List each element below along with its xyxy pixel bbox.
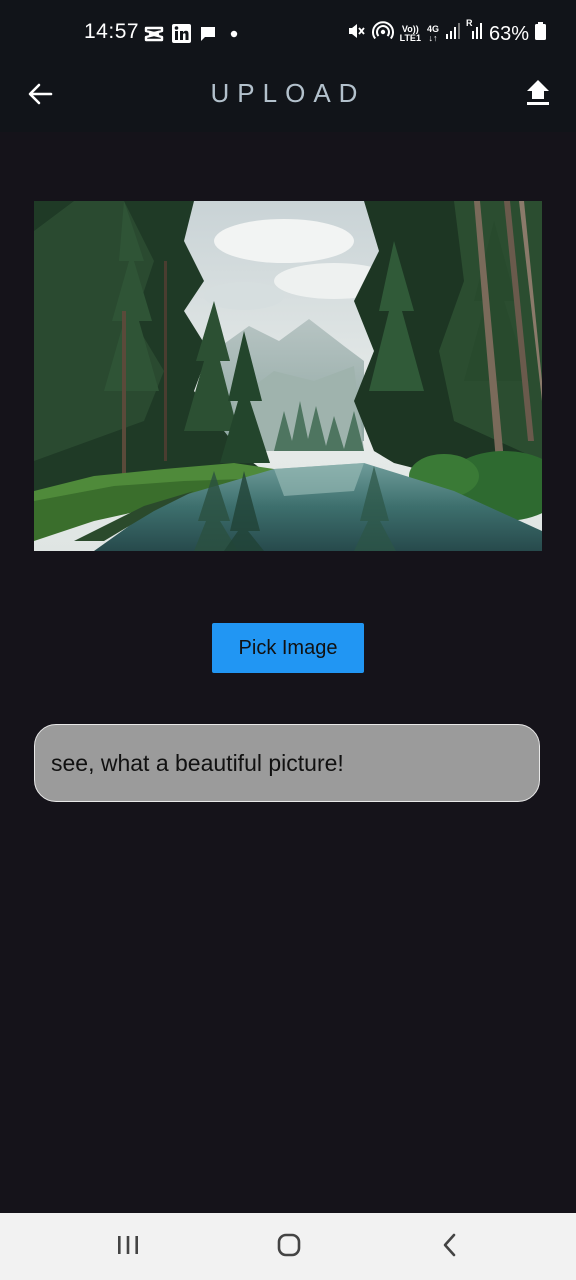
system-nav-bar — [0, 1213, 576, 1280]
recent-apps-button[interactable] — [104, 1227, 152, 1267]
mute-icon — [346, 21, 366, 47]
volte-label: Vo)) LTE1 — [399, 24, 421, 43]
page-title: UPLOAD — [210, 78, 366, 108]
upload-button[interactable] — [520, 78, 556, 114]
network-gen-label: 4G ↓↑ — [426, 24, 439, 43]
upload-screen: 14:57 Vo)) LTE1 4G ↓↑ R 63% UPLOAD Pick … — [0, 0, 576, 1280]
pick-image-button[interactable]: Pick Image — [212, 623, 364, 673]
message-icon — [199, 25, 217, 48]
hotspot-icon — [371, 21, 394, 47]
battery-icon — [535, 22, 546, 46]
home-button[interactable] — [265, 1227, 313, 1267]
recent-apps-icon — [115, 1233, 141, 1262]
signal-icon — [445, 22, 461, 46]
image-preview — [34, 201, 542, 551]
forest-lake-photo — [34, 201, 542, 551]
upload-icon — [525, 79, 551, 113]
capcut-icon — [144, 25, 164, 48]
status-bar: 14:57 Vo)) LTE1 4G ↓↑ R 63% — [0, 0, 576, 68]
caption-field[interactable] — [34, 724, 540, 802]
back-icon — [438, 1232, 462, 1263]
app-bar: UPLOAD — [0, 68, 576, 132]
dot-icon — [225, 25, 239, 48]
battery-percent: 63% — [488, 22, 529, 45]
nav-back-button[interactable] — [426, 1227, 474, 1267]
system-icons: Vo)) LTE1 4G ↓↑ R 63% — [346, 19, 546, 47]
notification-icons — [144, 24, 239, 48]
linkedin-icon — [172, 24, 191, 48]
home-icon — [276, 1232, 302, 1263]
status-time: 14:57 — [84, 20, 140, 43]
signal-icon-2: R — [466, 19, 483, 46]
caption-input[interactable] — [51, 749, 523, 777]
